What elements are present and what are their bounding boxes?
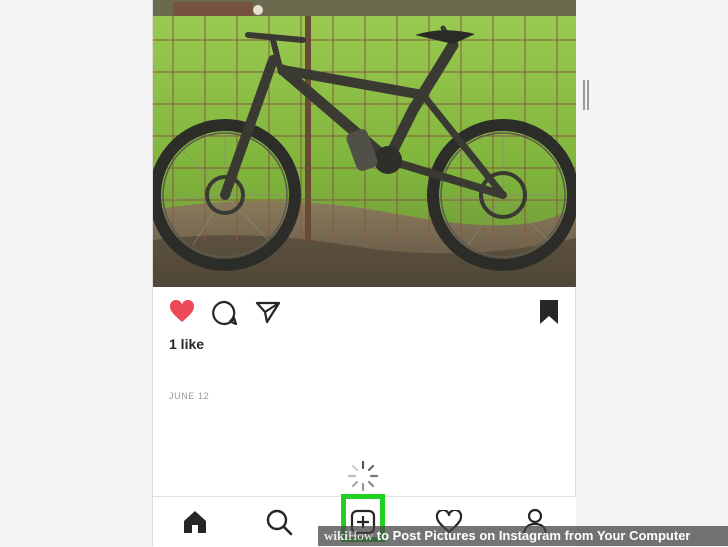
likes-count[interactable]: 1 like	[169, 336, 204, 352]
wikihow-logo: wikiHow	[324, 528, 374, 543]
post-date: JUNE 12	[169, 391, 210, 401]
bookmark-icon[interactable]	[538, 298, 560, 326]
comment-icon[interactable]	[212, 300, 238, 326]
loading-spinner-icon	[347, 460, 379, 492]
search-icon	[266, 509, 293, 536]
heart-filled-icon[interactable]	[169, 300, 195, 324]
wikihow-caption-bar: wikiHow to Post Pictures on Instagram fr…	[318, 526, 728, 546]
wikihow-title: to Post Pictures on Instagram from Your …	[376, 528, 691, 543]
nav-home[interactable]	[165, 497, 225, 547]
paper-plane-icon[interactable]	[255, 300, 281, 324]
bicycle-photo	[153, 0, 576, 287]
home-icon	[184, 511, 206, 533]
nav-search[interactable]	[249, 497, 309, 547]
post-photo[interactable]	[153, 0, 576, 287]
scrollbar-handle[interactable]	[583, 80, 589, 110]
post-actions-bar	[153, 298, 576, 328]
instagram-phone-frame: 1 like JUNE 12	[152, 0, 576, 547]
